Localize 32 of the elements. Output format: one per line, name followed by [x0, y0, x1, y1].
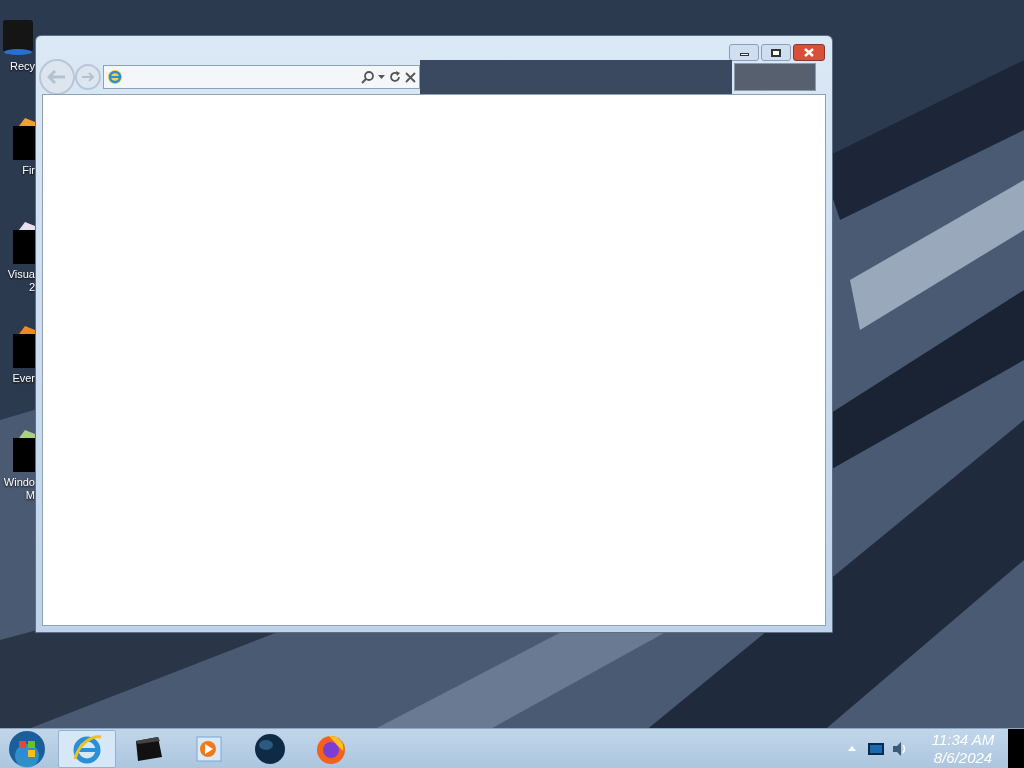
- windows-orb-icon: [8, 729, 46, 768]
- desktop-icon-label[interactable]: Recy: [9, 60, 35, 73]
- browser-e-icon: [107, 69, 123, 85]
- stop-icon[interactable]: [405, 71, 416, 83]
- globe-icon: [254, 732, 286, 765]
- close-button[interactable]: [793, 44, 825, 61]
- speaker-icon[interactable]: [892, 740, 906, 757]
- desktop-icon-label[interactable]: Ever: [12, 372, 35, 385]
- trash-can-icon: [1, 20, 35, 56]
- close-icon: [804, 48, 814, 57]
- monitor-icon[interactable]: [868, 742, 884, 755]
- maximize-button[interactable]: [761, 44, 791, 61]
- broken-thumbnail-icon: [13, 428, 35, 472]
- left-arrow-icon: [47, 70, 67, 84]
- maximize-icon: [771, 48, 781, 57]
- minimize-icon: [739, 53, 749, 56]
- desktop-icon-label[interactable]: Windo M: [3, 476, 35, 502]
- broken-thumbnail-icon: [13, 324, 35, 368]
- right-arrow-icon: [81, 72, 95, 82]
- minimize-button[interactable]: [729, 44, 759, 61]
- media-player-icon: [195, 734, 223, 763]
- browser-e-icon: [71, 732, 103, 765]
- broken-thumbnail-icon: [13, 116, 35, 160]
- address-field[interactable]: [103, 65, 420, 89]
- refresh-icon[interactable]: [389, 71, 401, 83]
- clock-time: 11:34 AM: [931, 730, 995, 749]
- clock-date: 8/6/2024: [933, 748, 993, 767]
- search-icon[interactable]: [361, 70, 374, 84]
- desktop-icon-label[interactable]: Visua 2: [7, 268, 35, 294]
- desktop-icon-label[interactable]: Fir: [22, 164, 35, 177]
- broken-thumbnail-icon: [13, 220, 35, 264]
- dropdown-caret-icon[interactable]: [378, 75, 385, 79]
